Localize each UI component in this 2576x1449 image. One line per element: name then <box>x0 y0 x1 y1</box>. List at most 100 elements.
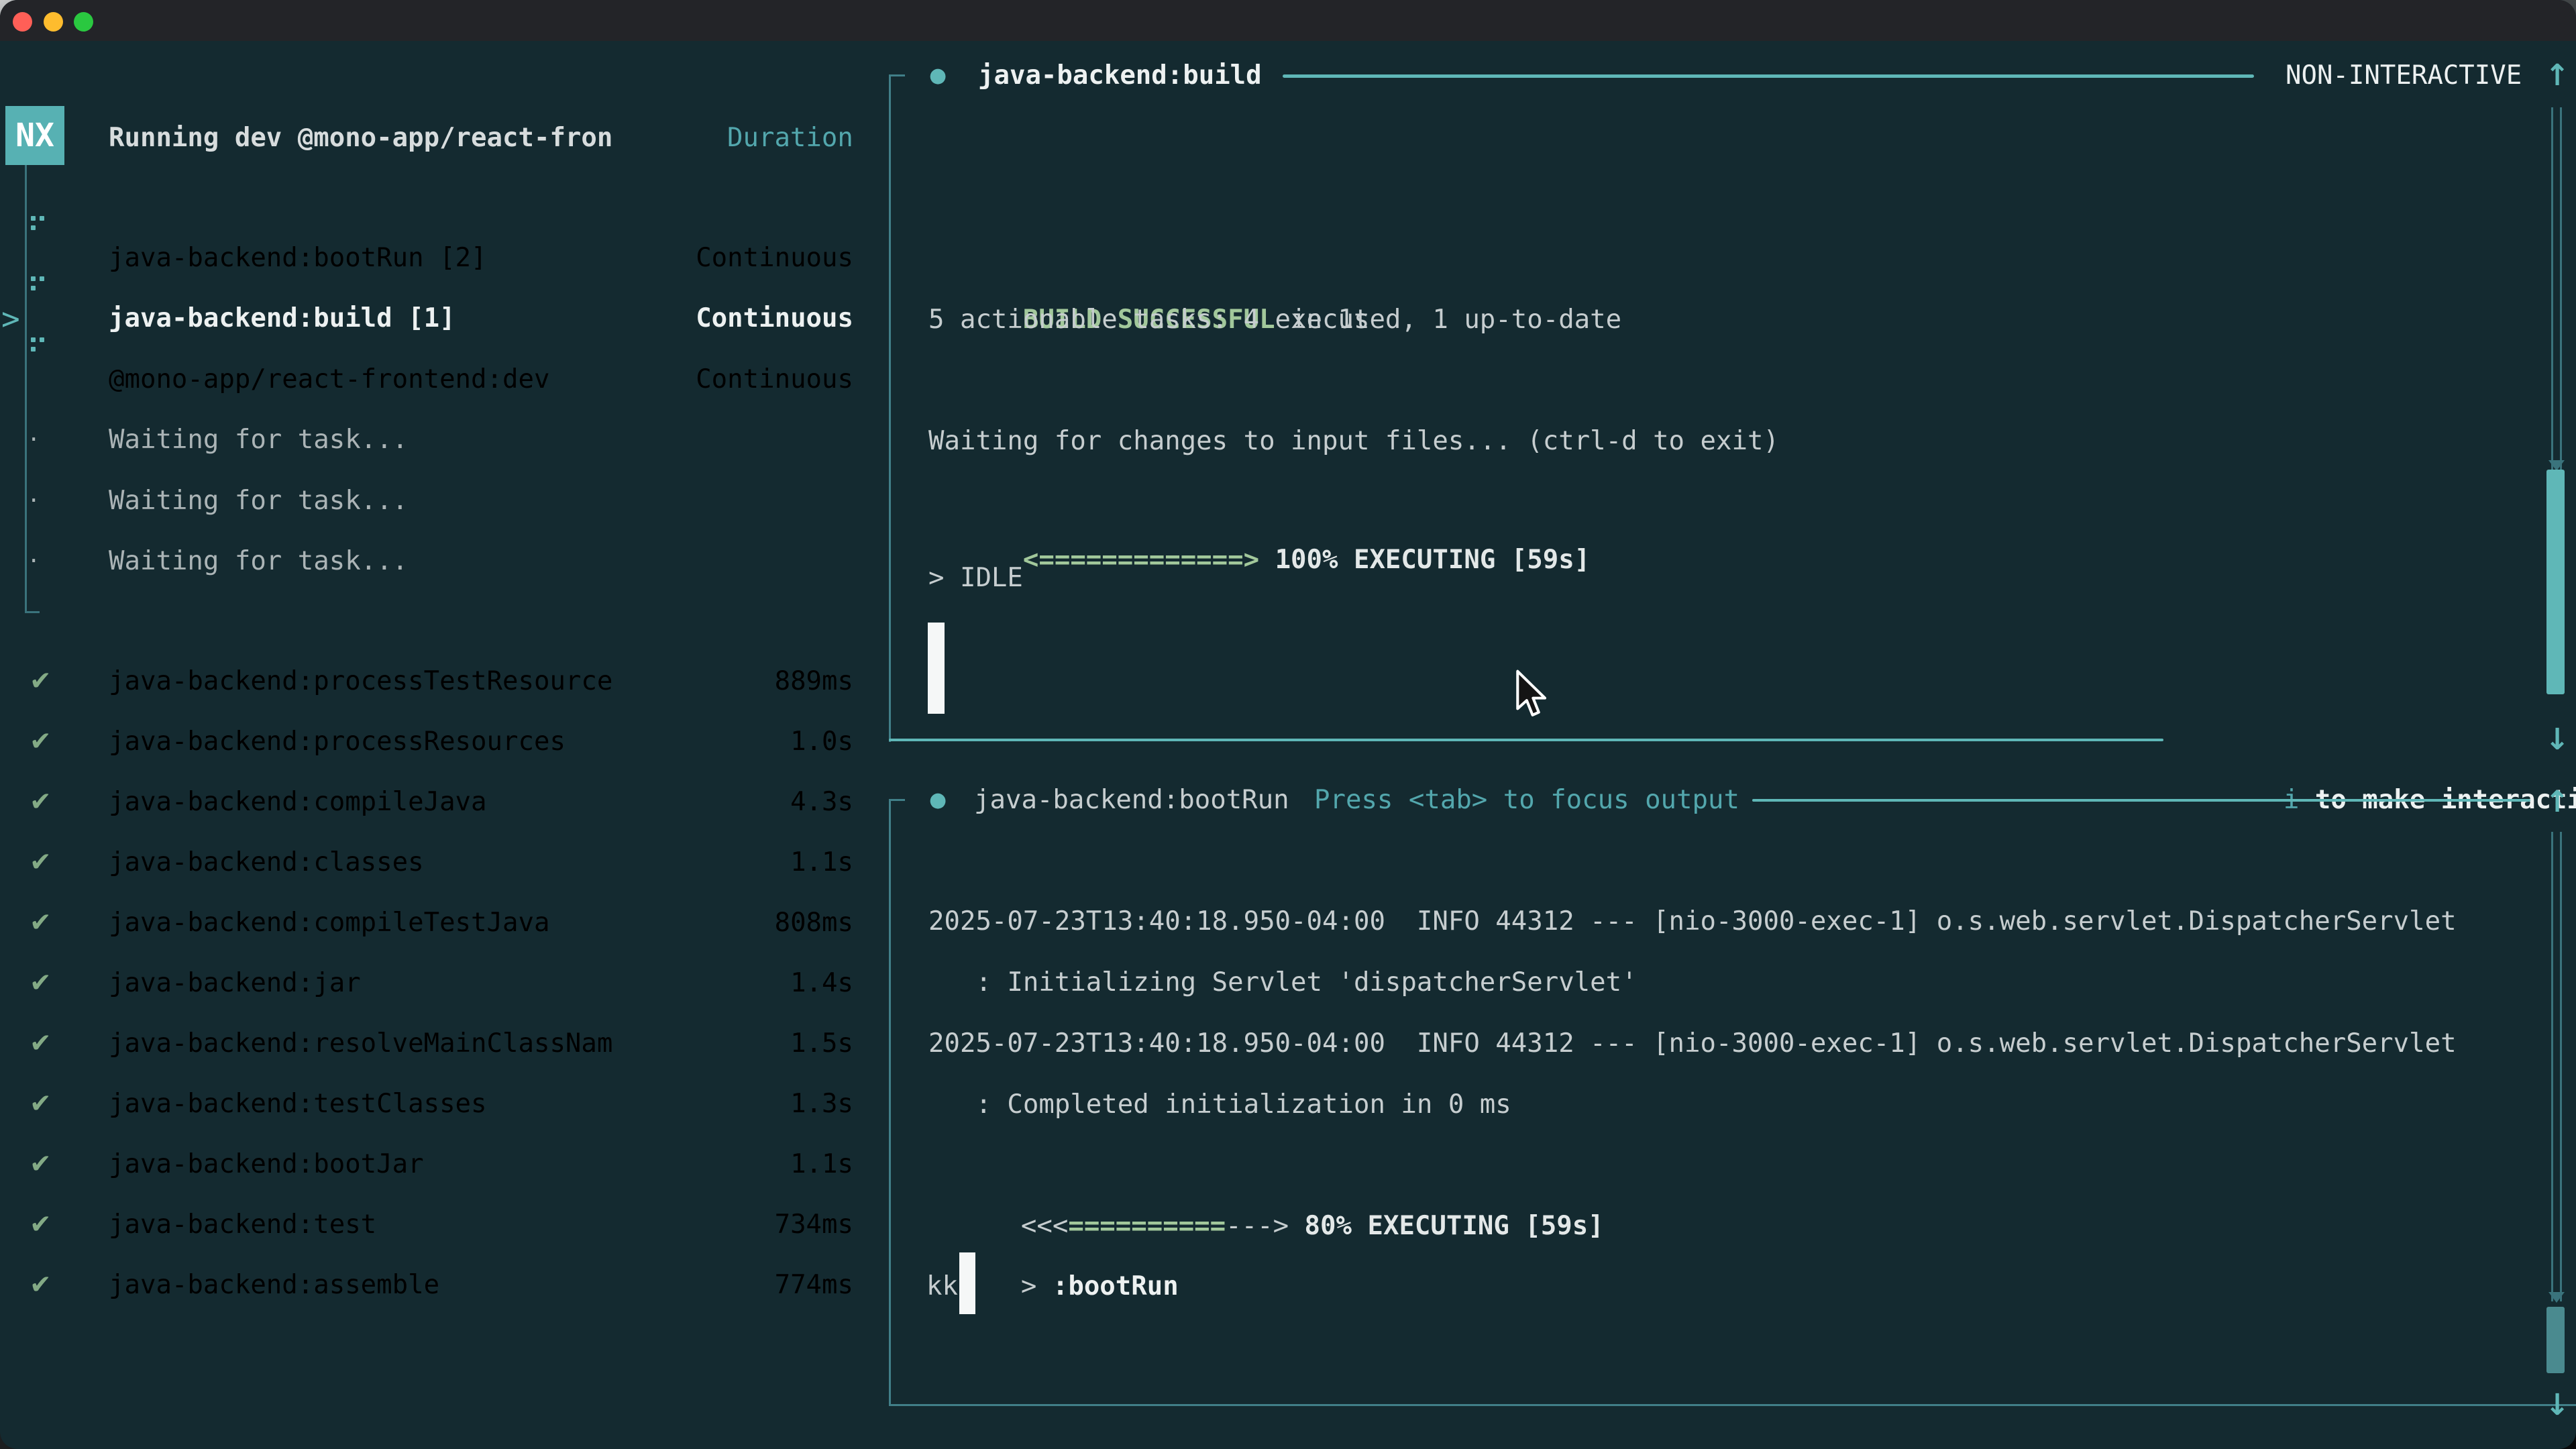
task-row-pending[interactable]: · Waiting for task... <box>0 531 889 592</box>
task-duration: 1.0s <box>790 712 853 772</box>
task-duration: 1.5s <box>790 1014 853 1074</box>
task-row-completed[interactable]: ✔ java-backend:assemble 774ms <box>0 1255 889 1316</box>
task-name: Waiting for task... <box>109 410 408 470</box>
task-row-pending[interactable]: · Waiting for task... <box>0 471 889 531</box>
scroll-down-icon[interactable]: ↓ <box>2538 710 2576 770</box>
panel-title: java-backend:build <box>978 46 1262 106</box>
check-icon: ✔ <box>30 1074 59 1134</box>
scrollbar-track[interactable] <box>2551 832 2562 1301</box>
log-line: 2025-07-23T13:40:18.950-04:00 INFO 44312… <box>928 892 2457 952</box>
scroll-up-icon[interactable]: ↑ <box>2538 46 2576 106</box>
task-duration: 1.4s <box>790 953 853 1014</box>
task-name: java-backend:assemble <box>109 1255 439 1316</box>
task-name: java-backend:bootRun [2] <box>109 228 487 288</box>
task-name: java-backend:processResources <box>109 712 566 772</box>
progress-bar-glyphs: <=============> <box>1023 545 1259 575</box>
log-line: : Initializing Servlet 'dispatcherServle… <box>928 953 1638 1013</box>
panel-corner-stub <box>889 74 905 76</box>
pending-dot-icon: · <box>30 471 59 531</box>
running-group-connector-corner <box>25 611 40 613</box>
terminal-cursor <box>959 1252 975 1314</box>
check-icon: ✔ <box>30 772 59 833</box>
task-name: java-backend:resolveMainClassNam <box>109 1014 612 1074</box>
panel-corner-stub <box>889 799 905 801</box>
task-name: @mono-app/react-frontend:dev <box>109 350 549 410</box>
task-name: java-backend:testClasses <box>109 1074 487 1134</box>
task-row-completed[interactable]: ✔ java-backend:resolveMainClassNam 1.5s <box>0 1014 889 1074</box>
scroll-down-icon[interactable]: ↓ <box>2538 1375 2576 1436</box>
task-duration: 1.1s <box>790 1134 853 1195</box>
panel-header-line <box>1752 799 2530 802</box>
check-icon: ✔ <box>30 833 59 893</box>
progress-suffix: ---> <box>1226 1211 1289 1241</box>
non-interactive-badge: NON-INTERACTIVE <box>2286 46 2522 106</box>
task-name: java-backend:compileJava <box>109 772 487 833</box>
prompt-arrow: > <box>1021 1271 1053 1301</box>
focus-output-hint: Press <tab> to focus output <box>1314 770 1739 830</box>
task-duration: Continuous <box>696 288 853 349</box>
panel-left-border <box>889 74 891 742</box>
idle-line: > IDLE <box>928 548 1023 608</box>
panel-left-border <box>889 799 891 1406</box>
task-duration: Continuous <box>696 350 853 410</box>
pagination: ← 1/2 → <box>35 1375 252 1436</box>
task-row-completed[interactable]: ✔ java-backend:classes 1.1s <box>0 833 889 893</box>
scrollbar-track[interactable] <box>2551 107 2562 470</box>
terminal-cursor <box>928 623 945 714</box>
close-window-button[interactable] <box>13 12 32 32</box>
minimize-window-button[interactable] <box>44 12 63 32</box>
task-name: java-backend:classes <box>109 833 424 893</box>
task-row-running[interactable]: @mono-app/react-frontend:dev Continuous <box>0 350 889 410</box>
panel-bullet-icon: ● <box>929 770 947 830</box>
task-row-completed[interactable]: ✔ java-backend:bootJar 1.1s <box>0 1134 889 1195</box>
task-name: java-backend:bootJar <box>109 1134 424 1195</box>
check-icon: ✔ <box>30 1255 59 1316</box>
titlebar <box>0 0 2576 41</box>
task-name: Waiting for task... <box>109 471 408 531</box>
task-row-pending[interactable]: · Waiting for task... <box>0 410 889 470</box>
scrollbar-thumb[interactable] <box>2546 470 2565 694</box>
typed-input-text[interactable]: kk <box>926 1256 958 1317</box>
scroll-up-icon[interactable]: ↑ <box>2538 772 2576 833</box>
mouse-cursor <box>1513 669 1551 723</box>
task-duration: 1.1s <box>790 833 853 893</box>
task-row-completed[interactable]: ✔ java-backend:jar 1.4s <box>0 953 889 1014</box>
task-duration: 4.3s <box>790 772 853 833</box>
check-icon: ✔ <box>30 893 59 953</box>
check-icon: ✔ <box>30 1195 59 1255</box>
zoom-window-button[interactable] <box>74 12 93 32</box>
bootrun-prompt-line: > :bootRun <box>926 1196 1179 1256</box>
task-row-running-selected[interactable]: java-backend:build [1] Continuous <box>0 288 889 349</box>
task-row-completed[interactable]: ✔ java-backend:test 734ms <box>0 1195 889 1255</box>
nx-logo: NX <box>5 106 64 165</box>
check-icon: ✔ <box>30 953 59 1014</box>
check-icon: ✔ <box>30 1014 59 1074</box>
terminal-window: NX Running dev @mono-app/react-fron Dura… <box>0 0 2576 1449</box>
task-name: java-backend:compileTestJava <box>109 893 549 953</box>
task-row-running[interactable]: java-backend:bootRun [2] Continuous <box>0 228 889 288</box>
progress-status-text: 100% EXECUTING [59s] <box>1259 545 1590 575</box>
task-duration: 889ms <box>775 651 853 712</box>
task-row-completed[interactable]: ✔ java-backend:processTestResource 889ms <box>0 651 889 712</box>
make-interactive-hint: i to make interactive <box>2189 710 2576 770</box>
progress-status-text: 80% EXECUTING [59s] <box>1289 1211 1604 1241</box>
task-row-completed[interactable]: ✔ java-backend:compileJava 4.3s <box>0 772 889 833</box>
task-name: java-backend:test <box>109 1195 376 1255</box>
task-name: java-backend:build [1] <box>109 288 455 349</box>
log-line: : Completed initialization in 0 ms <box>928 1075 1511 1135</box>
pending-dot-icon: · <box>30 410 59 470</box>
task-duration: 774ms <box>775 1255 853 1316</box>
task-row-completed[interactable]: ✔ java-backend:testClasses 1.3s <box>0 1074 889 1134</box>
duration-column-header: Duration <box>727 108 853 168</box>
scrollbar-thumb[interactable] <box>2546 1307 2565 1373</box>
build-result-line: BUILD SUCCESSFUL in 1s <box>928 229 1369 290</box>
panel-title: java-backend:bootRun <box>974 770 1289 830</box>
panel-bottom-line <box>889 739 2163 741</box>
task-duration: 1.3s <box>790 1074 853 1134</box>
task-row-completed[interactable]: ✔ java-backend:processResources 1.0s <box>0 712 889 772</box>
panel-bullet-icon: ● <box>929 46 947 106</box>
task-row-completed[interactable]: ✔ java-backend:compileTestJava 808ms <box>0 893 889 953</box>
sidebar-title: Running dev @mono-app/react-fron <box>109 108 612 168</box>
waiting-for-changes-line: Waiting for changes to input files... (c… <box>928 411 1779 472</box>
tasks-summary-line: 5 actionable tasks: 4 executed, 1 up-to-… <box>928 290 1621 350</box>
